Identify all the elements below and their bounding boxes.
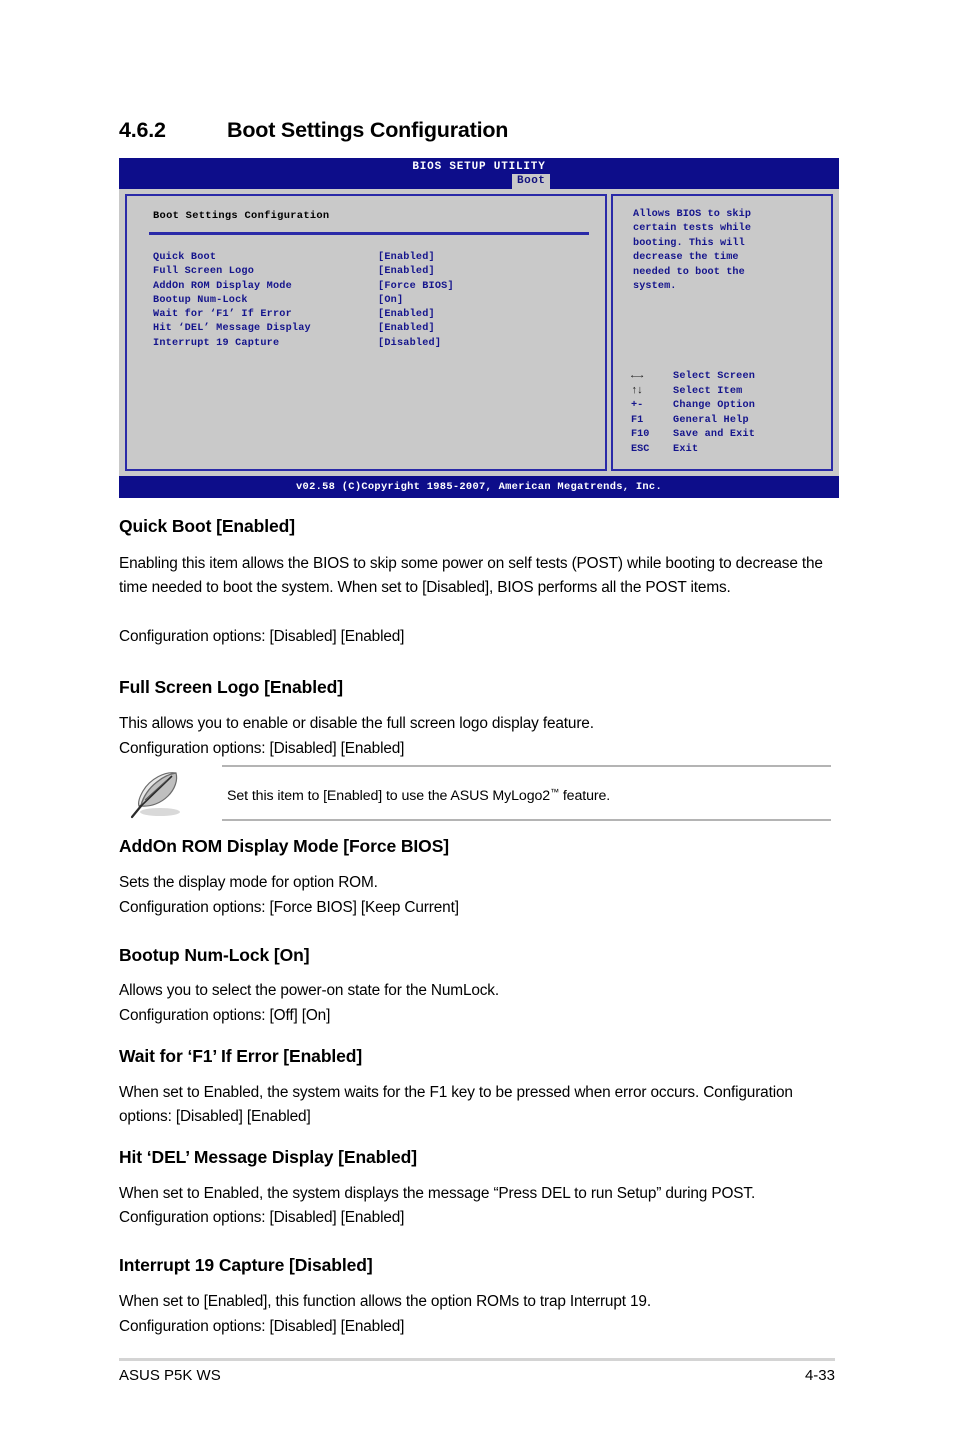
body-interrupt19: When set to [Enabled], this function all… xyxy=(119,1293,651,1310)
bios-item-row[interactable]: Hit ‘DEL’ Message Display [Enabled] xyxy=(153,322,583,336)
help-line: booting. This will xyxy=(633,237,745,249)
bios-item-list: Quick Boot [Enabled] Full Screen Logo [Ena… xyxy=(153,251,583,351)
f1-key-icon: F1 xyxy=(631,414,644,426)
legend-row: +- Change Option xyxy=(631,399,827,414)
note-divider-bottom xyxy=(222,819,831,821)
options-bootup-numlock: Configuration options: [Off] [On] xyxy=(119,1007,331,1024)
bios-item-row[interactable]: AddOn ROM Display Mode [Force BIOS] xyxy=(153,280,583,294)
note-quill-icon xyxy=(127,767,189,819)
bios-item-value: [Enabled] xyxy=(378,309,435,321)
legend-desc: Select Item xyxy=(673,385,743,397)
left-right-arrow-icon: ←→ xyxy=(631,370,643,382)
f10-key-icon: F10 xyxy=(631,429,650,440)
body-addon-rom: Sets the display mode for option ROM. xyxy=(119,874,378,891)
bios-setup-screen: BIOS SETUP UTILITY Boot Boot Settings Co… xyxy=(119,158,839,498)
tab-boot[interactable]: Boot xyxy=(512,174,551,190)
bios-item-label: Full Screen Logo xyxy=(153,266,255,278)
body-hit-del: When set to Enabled, the system displays… xyxy=(119,1185,756,1227)
options-quick-boot: Configuration options: [Disabled] [Enabl… xyxy=(119,628,405,645)
body-wait-f1: When set to Enabled, the system waits fo… xyxy=(119,1084,793,1126)
bios-key-legend: ←→ Select Screen ↑↓ Select Item +- Change O… xyxy=(631,370,827,457)
section-title: Boot Settings Configuration xyxy=(227,118,509,142)
bios-config-title: Boot Settings Configuration xyxy=(153,210,330,222)
bios-item-label: Bootup Num-Lock xyxy=(153,294,248,306)
esc-key-icon: ESC xyxy=(631,443,650,455)
body-full-screen-logo: This allows you to enable or disable the… xyxy=(119,715,594,732)
note-box: Set this item to [Enabled] to use the AS… xyxy=(119,765,831,821)
footer-product-name: ASUS P5K WS xyxy=(119,1367,221,1384)
help-line: certain tests while xyxy=(633,223,752,235)
legend-row: ←→ Select Screen xyxy=(631,370,827,385)
heading-addon-rom: AddOn ROM Display Mode [Force BIOS] xyxy=(119,836,449,856)
options-full-screen-logo: Configuration options: [Disabled] [Enabl… xyxy=(119,740,405,757)
legend-row: ↑↓ Select Item xyxy=(631,385,827,400)
options-addon-rom: Configuration options: [Force BIOS] [Kee… xyxy=(119,899,459,916)
bios-item-value: [On] xyxy=(378,294,404,306)
options-interrupt19: Configuration options: [Disabled] [Enabl… xyxy=(119,1318,405,1335)
bios-item-label: Interrupt 19 Capture xyxy=(153,337,280,349)
title-divider xyxy=(149,232,589,235)
bios-item-label: AddOn ROM Display Mode xyxy=(153,280,292,292)
help-line: needed to boot the xyxy=(633,266,745,278)
legend-desc: Save and Exit xyxy=(673,429,756,440)
bios-copyright-bar: v02.58 (C)Copyright 1985-2007, American … xyxy=(119,476,839,498)
note-divider-top xyxy=(222,765,831,767)
legend-row: ESC Exit xyxy=(631,443,827,458)
legend-desc: Select Screen xyxy=(673,371,756,382)
footer-page-number: 4-33 xyxy=(804,1367,835,1384)
bios-item-value: [Enabled] xyxy=(378,266,435,278)
bios-item-label: Quick Boot xyxy=(153,252,217,263)
bios-item-value: [Enabled] xyxy=(378,252,435,263)
legend-desc: Exit xyxy=(673,443,699,455)
bios-item-row[interactable]: Quick Boot [Enabled] xyxy=(153,251,583,265)
bios-settings-panel: Boot Settings Configuration Quick Boot [E… xyxy=(125,194,607,471)
footer-divider xyxy=(119,1358,835,1361)
heading-full-screen-logo: Full Screen Logo [Enabled] xyxy=(119,677,343,697)
note-text: Set this item to [Enabled] to use the AS… xyxy=(227,782,827,806)
bios-item-row[interactable]: Wait for ‘F1’ If Error [Enabled] xyxy=(153,308,583,322)
bios-item-row[interactable]: Interrupt 19 Capture [Disabled] xyxy=(153,337,583,351)
legend-desc: Change Option xyxy=(673,400,756,411)
note-text-before: Set this item to [Enabled] to use the AS… xyxy=(227,788,551,804)
bios-item-value: [Enabled] xyxy=(378,323,435,335)
bios-help-text: Allows BIOS to skip certain tests while … xyxy=(633,208,815,294)
bios-help-panel: Allows BIOS to skip certain tests while … xyxy=(611,194,833,471)
section-number: 4.6.2 xyxy=(119,118,166,142)
heading-hit-del: Hit ‘DEL’ Message Display [Enabled] xyxy=(119,1147,417,1167)
body-quick-boot: Enabling this item allows the BIOS to sk… xyxy=(119,555,823,597)
body-bootup-numlock: Allows you to select the power-on state … xyxy=(119,982,499,999)
heading-interrupt19: Interrupt 19 Capture [Disabled] xyxy=(119,1255,373,1275)
heading-wait-f1: Wait for ‘F1’ If Error [Enabled] xyxy=(119,1046,363,1066)
heading-bootup-numlock: Bootup Num-Lock [On] xyxy=(119,945,310,965)
bios-body: Boot Settings Configuration Quick Boot [E… xyxy=(119,189,839,476)
heading-quick-boot: Quick Boot [Enabled] xyxy=(119,516,295,536)
bios-item-row[interactable]: Full Screen Logo [Enabled] xyxy=(153,265,583,279)
help-line: Allows BIOS to skip xyxy=(633,209,752,220)
legend-row: F10 Save and Exit xyxy=(631,428,827,443)
bios-title: BIOS SETUP UTILITY xyxy=(412,161,546,173)
help-line: decrease the time xyxy=(633,252,739,264)
bios-item-value: [Disabled] xyxy=(378,337,442,349)
up-down-arrow-icon: ↑↓ xyxy=(631,384,643,397)
plus-minus-key-icon: +- xyxy=(631,400,644,411)
bios-item-row[interactable]: Bootup Num-Lock [On] xyxy=(153,294,583,308)
bios-item-label: Wait for ‘F1’ If Error xyxy=(153,309,292,321)
bios-item-label: Hit ‘DEL’ Message Display xyxy=(153,323,311,335)
bios-titlebar: BIOS SETUP UTILITY Boot xyxy=(119,158,839,190)
help-line: system. xyxy=(633,281,677,293)
legend-row: F1 General Help xyxy=(631,414,827,429)
document-page: 4.6.2 Boot Settings Configuration BIOS SE… xyxy=(0,0,954,1438)
bios-item-value: [Force BIOS] xyxy=(378,280,454,292)
legend-desc: General Help xyxy=(673,414,749,426)
note-text-after: feature. xyxy=(559,788,611,804)
trademark-symbol: ™ xyxy=(550,787,559,797)
page-title: 4.6.2 Boot Settings Configuration xyxy=(119,118,879,143)
